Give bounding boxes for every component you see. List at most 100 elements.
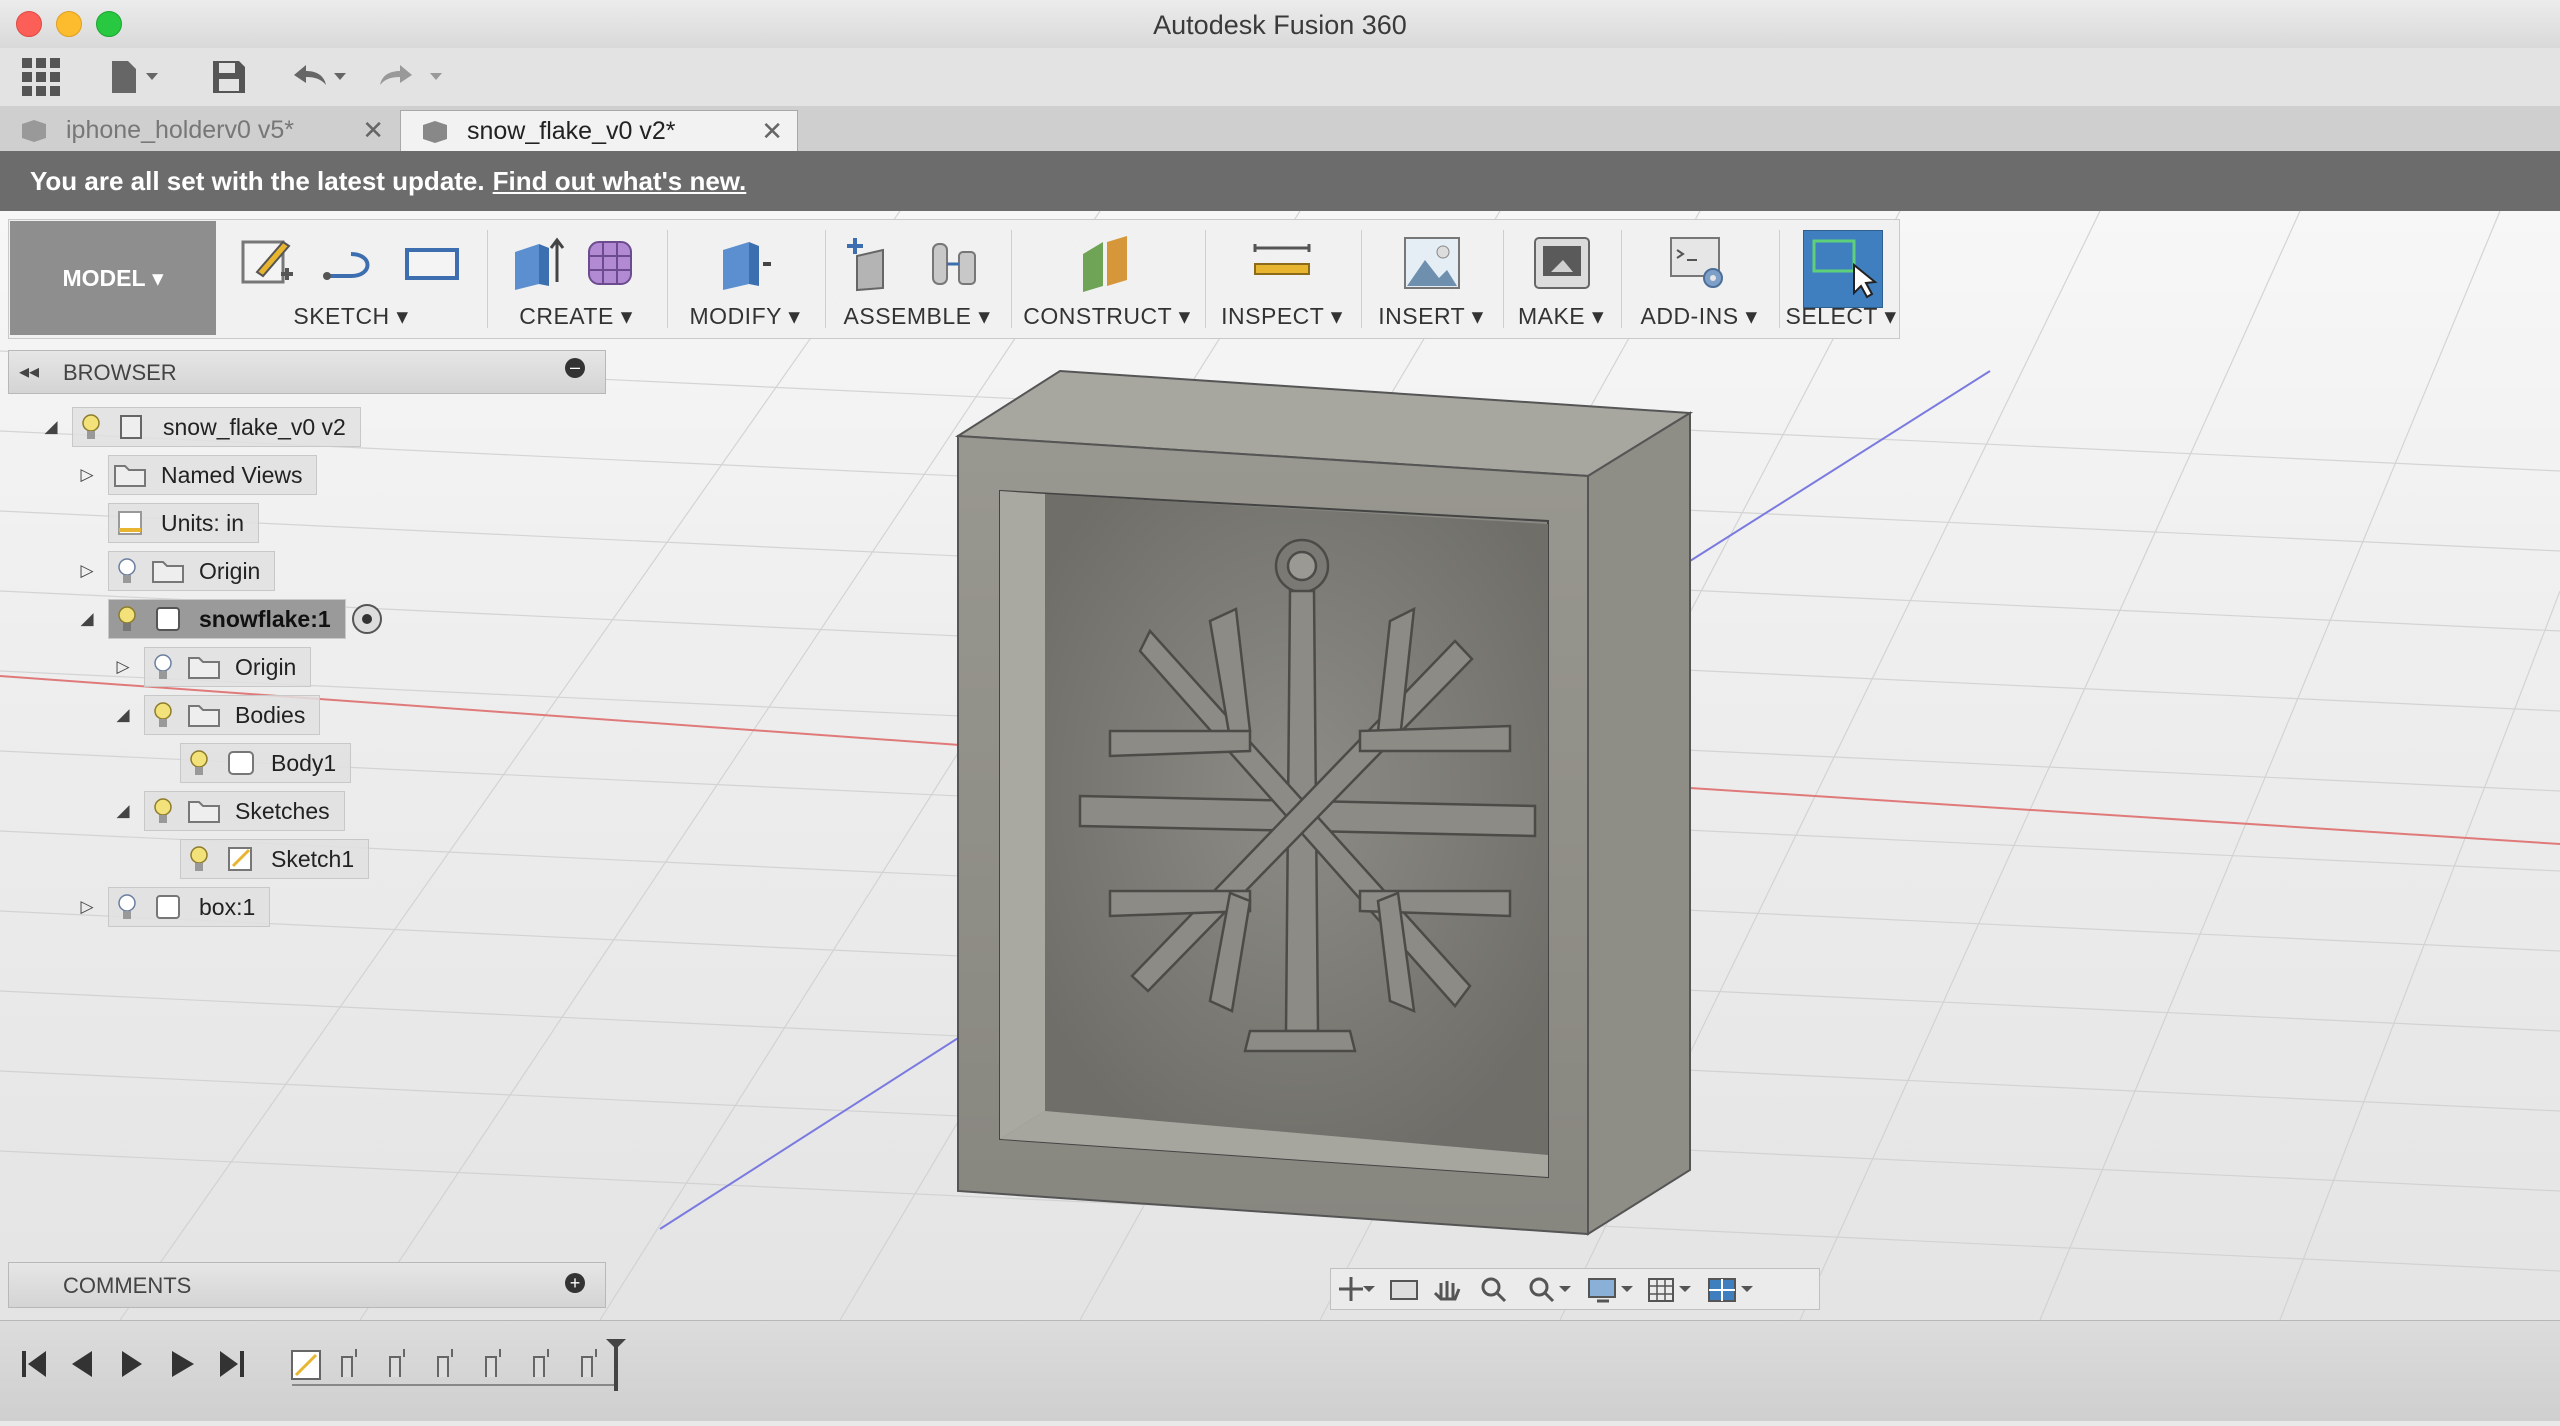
lightbulb-icon[interactable]	[117, 893, 137, 921]
folder-icon	[152, 561, 184, 583]
browser-node-comp-origin[interactable]: ▷ Origin	[112, 647, 312, 687]
timeline-features[interactable]	[291, 1349, 614, 1386]
sketch-menu-label[interactable]: SKETCH ▾	[221, 303, 481, 330]
lightbulb-icon[interactable]	[117, 557, 137, 585]
create-group[interactable]: CREATE ▾	[491, 220, 661, 338]
scripts-addins-icon[interactable]	[1669, 234, 1727, 292]
workspace-switcher-button[interactable]: MODEL ▾	[10, 221, 216, 335]
comments-title: COMMENTS	[63, 1273, 192, 1298]
tab-label: iphone_holderv0 v5*	[66, 116, 294, 144]
browser-node-box[interactable]: ▷ box:1	[76, 887, 271, 927]
grid-icon[interactable]	[1648, 1278, 1691, 1302]
browser-node-bodies[interactable]: ◢ Bodies	[112, 695, 321, 735]
expand-toggle-icon[interactable]: ◢	[112, 801, 134, 821]
3d-print-icon[interactable]	[1533, 234, 1591, 292]
lightbulb-icon[interactable]	[189, 845, 209, 873]
lightbulb-icon[interactable]	[189, 749, 209, 777]
line-icon[interactable]	[321, 234, 379, 292]
timeline-prev-icon[interactable]	[72, 1351, 92, 1377]
sketch-group[interactable]: SKETCH ▾	[221, 220, 481, 338]
display-settings-icon[interactable]	[1588, 1278, 1633, 1303]
joint-icon[interactable]	[927, 234, 985, 292]
timeline-first-icon[interactable]	[22, 1351, 46, 1377]
lightbulb-icon[interactable]	[117, 605, 137, 633]
create-menu-label[interactable]: CREATE ▾	[491, 303, 661, 330]
close-tab-icon[interactable]: ✕	[761, 116, 783, 147]
insert-group[interactable]: INSERT ▾	[1365, 220, 1497, 338]
form-icon[interactable]	[583, 234, 641, 292]
browser-node-origin[interactable]: ▷ Origin	[76, 551, 276, 591]
browser-node-named-views[interactable]: ▷ Named Views	[76, 455, 318, 495]
timeline-play-icon[interactable]	[122, 1351, 142, 1377]
zoom-icon[interactable]	[1481, 1277, 1507, 1303]
folder-icon	[188, 705, 220, 727]
modify-group[interactable]: MODIFY ▾	[671, 220, 819, 338]
assemble-menu-label[interactable]: ASSEMBLE ▾	[829, 303, 1005, 330]
browser-node-snowflake-component[interactable]: ◢ snowflake:1	[76, 599, 382, 639]
expand-toggle-icon[interactable]: ◢	[112, 705, 134, 725]
offset-plane-icon[interactable]	[1077, 234, 1135, 292]
tab-iphone-holder[interactable]: iphone_holderv0 v5* ✕	[0, 110, 398, 151]
make-group[interactable]: MAKE ▾	[1507, 220, 1615, 338]
browser-node-sketch1[interactable]: Sketch1	[180, 839, 370, 879]
select-group[interactable]: SELECT ▾	[1783, 220, 1899, 338]
browser-root-node[interactable]: ◢ snow_flake_v0 v2	[40, 407, 361, 447]
whats-new-link[interactable]: Find out what's new.	[493, 166, 747, 197]
lightbulb-icon[interactable]	[153, 653, 173, 681]
undo-icon[interactable]	[290, 56, 360, 98]
timeline-bar	[0, 1320, 2560, 1421]
apps-grid-icon[interactable]	[18, 56, 64, 98]
new-component-icon[interactable]	[843, 234, 901, 292]
timeline-marker[interactable]	[606, 1339, 626, 1391]
assemble-group[interactable]: ASSEMBLE ▾	[829, 220, 1005, 338]
expand-toggle-icon[interactable]: ◢	[76, 609, 98, 629]
save-icon[interactable]	[206, 56, 252, 98]
collapse-panel-icon[interactable]: –	[565, 358, 585, 378]
insert-menu-label[interactable]: INSERT ▾	[1365, 303, 1497, 330]
select-menu-label[interactable]: SELECT ▾	[1783, 303, 1899, 330]
construct-group[interactable]: CONSTRUCT ▾	[1015, 220, 1199, 338]
file-icon[interactable]	[106, 56, 170, 98]
make-menu-label[interactable]: MAKE ▾	[1507, 303, 1615, 330]
expand-toggle-icon[interactable]: ◢	[40, 417, 62, 437]
timeline-last-icon[interactable]	[220, 1351, 244, 1377]
lightbulb-icon[interactable]	[153, 701, 173, 729]
tab-snow-flake[interactable]: snow_flake_v0 v2* ✕	[400, 110, 798, 152]
browser-panel-header[interactable]: ◂◂ BROWSER –	[8, 350, 606, 394]
timeline-next-icon[interactable]	[172, 1351, 194, 1377]
expand-toggle-icon[interactable]: ▷	[76, 465, 98, 485]
zoom-window-icon[interactable]	[1529, 1277, 1571, 1303]
construct-menu-label[interactable]: CONSTRUCT ▾	[1015, 303, 1199, 330]
browser-node-body1[interactable]: Body1	[180, 743, 352, 783]
activate-component-icon[interactable]	[351, 604, 382, 634]
expand-comments-icon[interactable]: +	[565, 1273, 585, 1293]
look-at-icon[interactable]	[1390, 1280, 1418, 1300]
close-tab-icon[interactable]: ✕	[362, 115, 384, 146]
redo-icon[interactable]	[376, 56, 446, 98]
extrude-icon[interactable]	[509, 234, 567, 292]
body-icon	[228, 751, 254, 775]
add-ins-menu-label[interactable]: ADD-INS ▾	[1625, 303, 1773, 330]
select-button[interactable]	[1803, 230, 1883, 308]
lightbulb-icon[interactable]	[153, 797, 173, 825]
inspect-group[interactable]: INSPECT ▾	[1209, 220, 1355, 338]
comments-panel-header[interactable]: COMMENTS +	[8, 1262, 606, 1308]
viewports-icon[interactable]	[1708, 1278, 1753, 1302]
press-pull-icon[interactable]	[715, 234, 773, 292]
collapse-browser-icon[interactable]: ◂◂	[19, 359, 39, 384]
expand-toggle-icon[interactable]: ▷	[76, 897, 98, 917]
modify-menu-label[interactable]: MODIFY ▾	[671, 303, 819, 330]
expand-toggle-icon[interactable]: ▷	[76, 561, 98, 581]
add-ins-group[interactable]: ADD-INS ▾	[1625, 220, 1773, 338]
insert-image-icon[interactable]	[1403, 234, 1461, 292]
lightbulb-icon[interactable]	[81, 413, 101, 441]
expand-toggle-icon[interactable]: ▷	[112, 657, 134, 677]
rectangle-icon[interactable]	[403, 234, 461, 292]
browser-node-units[interactable]: Units: in	[108, 503, 260, 543]
orbit-icon[interactable]	[1339, 1277, 1375, 1301]
measure-icon[interactable]	[1253, 234, 1311, 292]
inspect-menu-label[interactable]: INSPECT ▾	[1209, 303, 1355, 330]
browser-node-sketches[interactable]: ◢ Sketches	[112, 791, 345, 831]
pan-icon[interactable]	[1433, 1281, 1461, 1301]
create-sketch-icon[interactable]	[239, 234, 297, 292]
